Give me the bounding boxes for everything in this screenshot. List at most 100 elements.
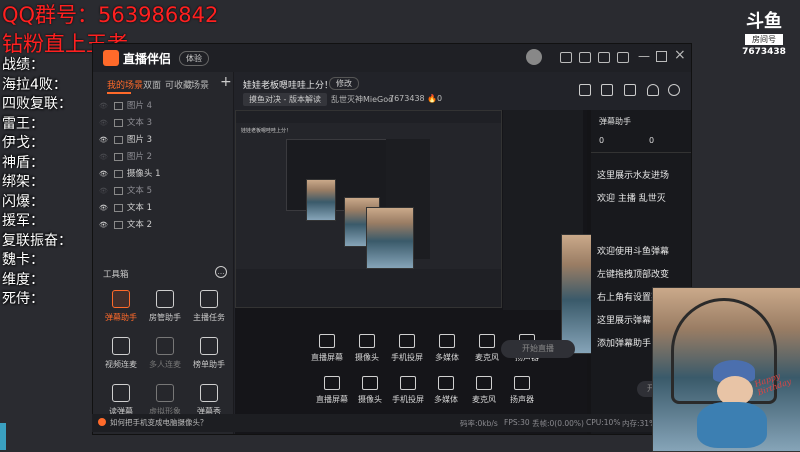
eye-icon[interactable]: 👁 bbox=[99, 170, 108, 178]
control-button[interactable]: 手机投屏 bbox=[385, 334, 429, 363]
heat-icon: 🔥 bbox=[427, 94, 437, 103]
tab-my-scenes[interactable]: 我的场景 bbox=[107, 78, 143, 91]
message-icon[interactable] bbox=[560, 52, 572, 63]
control-button[interactable]: 扬声器 bbox=[500, 376, 544, 405]
eye-icon[interactable]: 👁 bbox=[99, 221, 108, 229]
maximize-icon[interactable] bbox=[656, 51, 667, 62]
tool-item[interactable]: 主播任务 bbox=[187, 290, 231, 323]
tool-icon bbox=[156, 337, 174, 355]
streamer-name: 乱世灭神MieGod bbox=[331, 95, 394, 104]
eye-icon[interactable]: 👁 bbox=[99, 136, 108, 144]
tool-item[interactable]: 多人连麦 bbox=[143, 337, 187, 370]
tool-label: 多人连麦 bbox=[149, 360, 181, 369]
control-icon bbox=[438, 376, 454, 390]
layer-type-icon bbox=[113, 101, 123, 110]
tab-dual[interactable]: 双面 bbox=[143, 78, 161, 91]
skin-icon[interactable] bbox=[598, 52, 610, 63]
tool-item[interactable]: 读弹幕 bbox=[99, 384, 143, 417]
layer-item[interactable]: 👁 图片 4 bbox=[99, 98, 223, 115]
chat-count-a: 0 bbox=[599, 136, 605, 145]
avatar[interactable] bbox=[526, 49, 542, 65]
broadcast-icon[interactable] bbox=[579, 52, 591, 63]
tool-icon bbox=[200, 337, 218, 355]
record-line: 援军： bbox=[2, 213, 44, 229]
nested-photo-small bbox=[306, 179, 336, 221]
settings-icon[interactable] bbox=[617, 52, 629, 63]
control-icon bbox=[359, 334, 375, 348]
record-line: 闪爆： bbox=[2, 193, 44, 210]
layer-type-icon bbox=[113, 203, 123, 212]
control-button[interactable]: 摄像头 bbox=[345, 334, 389, 363]
stream-title: 娃娃老板嗯哇哇上分！ bbox=[243, 81, 334, 91]
control-button[interactable]: 多媒体 bbox=[425, 334, 469, 363]
record-line: 魏卡： bbox=[2, 252, 44, 268]
tool-icon bbox=[112, 337, 130, 355]
bell-icon[interactable] bbox=[647, 84, 659, 96]
tool-item[interactable]: 弹幕秀 bbox=[187, 384, 231, 417]
more-icon[interactable]: … bbox=[215, 266, 227, 278]
tool-label: 主播任务 bbox=[193, 313, 225, 322]
eye-icon[interactable]: 👁 bbox=[99, 119, 108, 127]
minimize-icon[interactable]: — bbox=[638, 49, 650, 63]
control-label: 多媒体 bbox=[435, 353, 459, 362]
layer-label: 摄像头 1 bbox=[126, 169, 161, 179]
layer-item[interactable]: 👁 图片 2 bbox=[99, 149, 223, 166]
control-bar-main: 直播屏幕 摄像头 手机投屏 多媒体 麦克风 扬声器 bbox=[310, 372, 690, 412]
room-id: 7673438 bbox=[389, 94, 425, 103]
layer-item[interactable]: 👁 文本 5 bbox=[99, 183, 223, 200]
status-bar: 如何把手机变成电脑摄像头？ 码率:0kb/s FPS:30 丢帧:0(0.00%… bbox=[92, 414, 690, 432]
tool-icon bbox=[200, 384, 218, 402]
record-line: 四败复联： bbox=[2, 96, 72, 112]
add-scene-icon[interactable]: + bbox=[220, 74, 232, 90]
category-label[interactable]: 摸鱼对决 - 版本解读 bbox=[243, 93, 327, 106]
tool-icon bbox=[200, 290, 218, 308]
control-icon bbox=[324, 376, 340, 390]
eye-icon[interactable]: 👁 bbox=[99, 153, 108, 161]
layer-item[interactable]: 👁 摄像头 1 bbox=[99, 166, 223, 183]
control-label: 摄像头 bbox=[355, 353, 379, 362]
bottom-hint[interactable]: 如何把手机变成电脑摄像头？ bbox=[110, 417, 208, 428]
chat-message: 这里展示水友进场 bbox=[597, 171, 670, 181]
control-button[interactable]: 直播屏幕 bbox=[305, 334, 349, 363]
tool-item[interactable]: 弹幕助手 bbox=[99, 290, 143, 323]
tool-item[interactable]: 房管助手 bbox=[143, 290, 187, 323]
chat-count-b: 0 bbox=[649, 136, 655, 145]
tab-scene[interactable]: 场景 bbox=[191, 78, 209, 91]
lock-icon[interactable] bbox=[601, 84, 613, 96]
record-line: 复联振奋： bbox=[2, 232, 72, 249]
stat-bitrate: 码率:0kb/s bbox=[460, 419, 498, 428]
eye-icon[interactable]: 👁 bbox=[99, 187, 108, 195]
tool-label: 视频连麦 bbox=[105, 360, 137, 369]
eye-icon[interactable]: 👁 bbox=[99, 102, 108, 110]
control-icon bbox=[476, 376, 492, 390]
tool-item[interactable]: 榜单助手 bbox=[187, 337, 231, 370]
layer-item[interactable]: 👁 文本 1 bbox=[99, 200, 223, 217]
record-line: 雷王： bbox=[2, 115, 44, 132]
layer-list: 👁 图片 4 👁 文本 3 👁 图片 3 👁 图片 2 👁 摄像头 1 👁 文本 5 👁 文本 1 👁 文本 … bbox=[99, 98, 223, 234]
start-stream-button-secondary[interactable]: 开始直播 bbox=[501, 340, 575, 358]
close-icon[interactable]: × bbox=[674, 47, 686, 63]
nested-app-window: 娃娃老板嗯哇哇上分！ bbox=[235, 110, 502, 308]
stat-drop: 丢帧:0(0.00%) bbox=[532, 419, 584, 428]
gift-icon[interactable] bbox=[579, 84, 591, 96]
eye-icon[interactable]: 👁 bbox=[99, 204, 108, 212]
layer-item[interactable]: 👁 图片 3 bbox=[99, 132, 223, 149]
layer-item[interactable]: 👁 文本 3 bbox=[99, 115, 223, 132]
tool-icon bbox=[112, 290, 130, 308]
tool-icon bbox=[156, 290, 174, 308]
layer-label: 文本 3 bbox=[126, 118, 153, 128]
control-icon bbox=[514, 376, 530, 390]
layer-item[interactable]: 👁 文本 2 bbox=[99, 217, 223, 234]
version-badge[interactable]: 体验 bbox=[179, 51, 209, 66]
tool-item[interactable]: 虚拟形象 bbox=[143, 384, 187, 417]
heat-count: 0 bbox=[437, 94, 443, 103]
control-label: 扬声器 bbox=[510, 395, 534, 404]
tab-collect[interactable]: 可收藏 bbox=[165, 78, 192, 91]
stat-cpu: CPU:10% bbox=[586, 418, 621, 427]
layout-icon[interactable] bbox=[624, 84, 636, 96]
title-bar: 直播伴侣 体验 — × bbox=[93, 44, 691, 72]
tool-grid: 弹幕助手 房管助手 主播任务视频连麦 多人连麦 榜单助手读弹幕 虚拟形象 弹幕秀 bbox=[99, 290, 231, 417]
edit-title-button[interactable]: 修改 bbox=[329, 77, 359, 90]
share-icon[interactable] bbox=[668, 84, 680, 96]
tool-item[interactable]: 视频连麦 bbox=[99, 337, 143, 370]
